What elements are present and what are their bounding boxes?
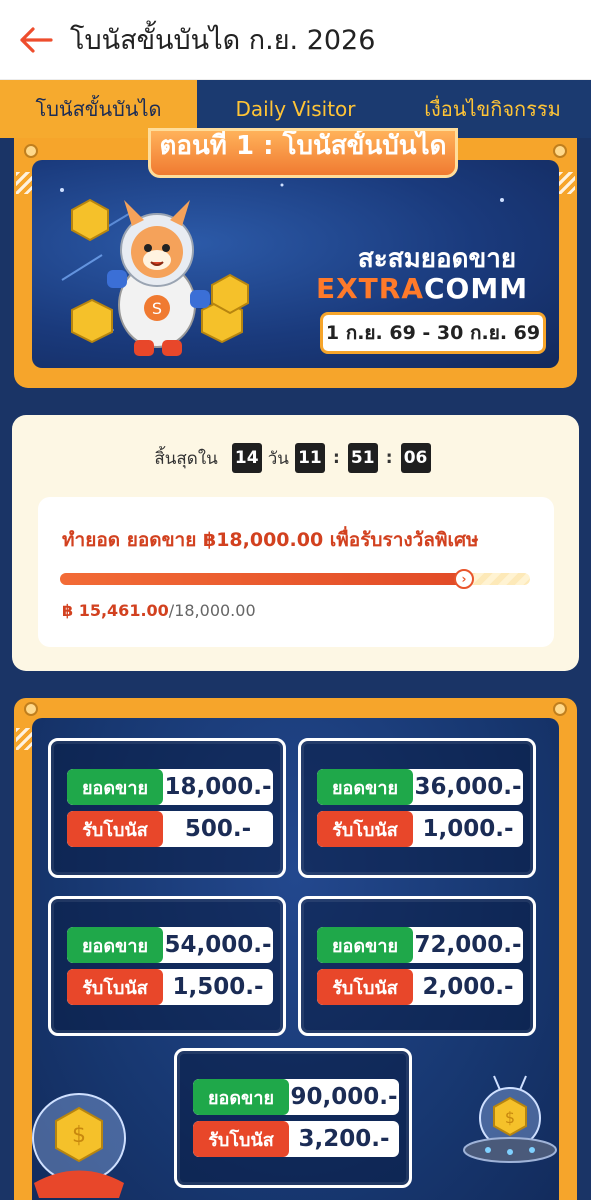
bonus-value: 500.- — [184, 816, 252, 842]
countdown: สิ้นสุดใน 14 วัน 11 : 51 : 06 — [12, 443, 579, 473]
sales-label: ยอดขาย — [193, 1079, 289, 1115]
tier-sales-row: ยอดขาย 18,000.- — [67, 769, 273, 805]
time-separator: : — [332, 448, 340, 468]
countdown-days: 14 — [231, 443, 262, 473]
brand-extra: EXTRA — [315, 272, 424, 305]
tier-bonus-row: รับโบนัส 500.- — [67, 811, 273, 847]
hero-dates: 1 ก.ย. 69 - 30 ก.ย. 69 — [320, 312, 546, 354]
bonus-label: รับโบนัส — [317, 811, 413, 847]
progress-target: /18,000.00 — [168, 601, 256, 620]
bolt-decoration — [553, 702, 567, 716]
tier-bonus-row: รับโบนัส 1,500.- — [67, 969, 273, 1005]
svg-text:$: $ — [505, 1108, 515, 1127]
ufo-coin-icon: $ — [463, 1075, 557, 1163]
progress-card: สิ้นสุดใน 14 วัน 11 : 51 : 06 ทำยอด ยอดข… — [12, 415, 579, 671]
page-title: โบนัสขั้นบันได ก.ย. 2026 — [70, 25, 376, 56]
bonus-label: รับโบนัส — [67, 811, 163, 847]
sales-label: ยอดขาย — [317, 769, 413, 805]
sales-label: ยอดขาย — [317, 927, 413, 963]
hero-ribbon-label: ตอนที่ 1 : โบนัสขั้นบันได — [159, 130, 447, 161]
hero-banner: S สะสมยอดขาย EXTRACOMM 1 ก.ย. 69 - 30 ก.… — [14, 128, 577, 388]
sales-value: 18,000.- — [164, 774, 272, 800]
app-header: โบนัสขั้นบันได ก.ย. 2026 — [0, 0, 591, 80]
stripe-decoration — [559, 172, 575, 194]
back-arrow-icon — [20, 26, 53, 53]
svg-text:$: $ — [72, 1123, 86, 1148]
bolt-decoration — [24, 702, 38, 716]
progress-bar-fill — [60, 573, 464, 585]
sales-value: 72,000.- — [414, 932, 522, 958]
countdown-label: สิ้นสุดใน — [154, 448, 218, 469]
progress-current: ฿ 15,461.00 — [62, 601, 169, 620]
bonus-value: 1,000.- — [422, 816, 514, 842]
tiers-board: ยอดขาย 18,000.- รับโบนัส 500.- ยอดขาย 36… — [14, 698, 577, 1200]
tier-sales-row: ยอดขาย 54,000.- — [67, 927, 273, 963]
hero-ribbon: ตอนที่ 1 : โบนัสขั้นบันได — [148, 128, 458, 178]
countdown-seconds: 06 — [400, 443, 431, 473]
tier-sales-row: ยอดขาย 90,000.- — [193, 1079, 399, 1115]
tier-sales-row: ยอดขาย 36,000.- — [317, 769, 523, 805]
countdown-minutes: 51 — [347, 443, 378, 473]
svg-text:S: S — [152, 299, 162, 318]
brand-comm: COMM — [423, 272, 529, 305]
bolt-decoration — [553, 144, 567, 158]
bolt-decoration — [24, 144, 38, 158]
tier-bonus-row: รับโบนัส 2,000.- — [317, 969, 523, 1005]
bonus-label: รับโบนัส — [193, 1121, 289, 1157]
goal-text: ทำยอด ยอดขาย ฿18,000.00 เพื่อรับรางวัลพิ… — [62, 529, 479, 551]
tier-card: ยอดขาย 54,000.- รับโบนัส 1,500.- — [48, 896, 286, 1036]
tier-card: ยอดขาย 18,000.- รับโบนัส 500.- — [48, 738, 286, 878]
tier-card: ยอดขาย 72,000.- รับโบนัส 2,000.- — [298, 896, 536, 1036]
tiers-panel: ยอดขาย 18,000.- รับโบนัส 500.- ยอดขาย 36… — [32, 718, 559, 1200]
bonus-value: 2,000.- — [422, 974, 514, 1000]
sales-label: ยอดขาย — [67, 769, 163, 805]
countdown-days-unit: วัน — [267, 448, 289, 469]
progress-knob-icon: › — [454, 569, 474, 589]
progress-text: ฿ 15,461.00/18,000.00 — [62, 601, 256, 620]
bonus-label: รับโบนัส — [67, 969, 163, 1005]
time-separator: : — [385, 448, 393, 468]
sales-label: ยอดขาย — [67, 927, 163, 963]
back-button[interactable] — [16, 20, 56, 60]
tier-bonus-row: รับโบนัส 3,200.- — [193, 1121, 399, 1157]
countdown-hours: 11 — [294, 443, 325, 473]
stripe-decoration — [16, 728, 32, 750]
bonus-label: รับโบนัส — [317, 969, 413, 1005]
sales-value: 90,000.- — [290, 1084, 398, 1110]
tier-card: ยอดขาย 90,000.- รับโบนัส 3,200.- — [174, 1048, 412, 1188]
bonus-value: 1,500.- — [172, 974, 264, 1000]
hero-artwork: S สะสมยอดขาย EXTRACOMM 1 ก.ย. 69 - 30 ก.… — [32, 160, 559, 368]
progress-bar: › — [60, 569, 530, 589]
hero-brand: EXTRACOMM — [302, 272, 542, 305]
coin-capsule-icon: $ — [32, 1093, 126, 1198]
tier-bonus-row: รับโบนัส 1,000.- — [317, 811, 523, 847]
tier-sales-row: ยอดขาย 72,000.- — [317, 927, 523, 963]
tier-card: ยอดขาย 36,000.- รับโบนัส 1,000.- — [298, 738, 536, 878]
sales-value: 54,000.- — [164, 932, 272, 958]
sales-value: 36,000.- — [414, 774, 522, 800]
astronaut-mascot-icon: S — [71, 198, 249, 356]
goal-card: ทำยอด ยอดขาย ฿18,000.00 เพื่อรับรางวัลพิ… — [38, 497, 554, 647]
stripe-decoration — [16, 172, 32, 194]
bonus-value: 3,200.- — [298, 1126, 390, 1152]
